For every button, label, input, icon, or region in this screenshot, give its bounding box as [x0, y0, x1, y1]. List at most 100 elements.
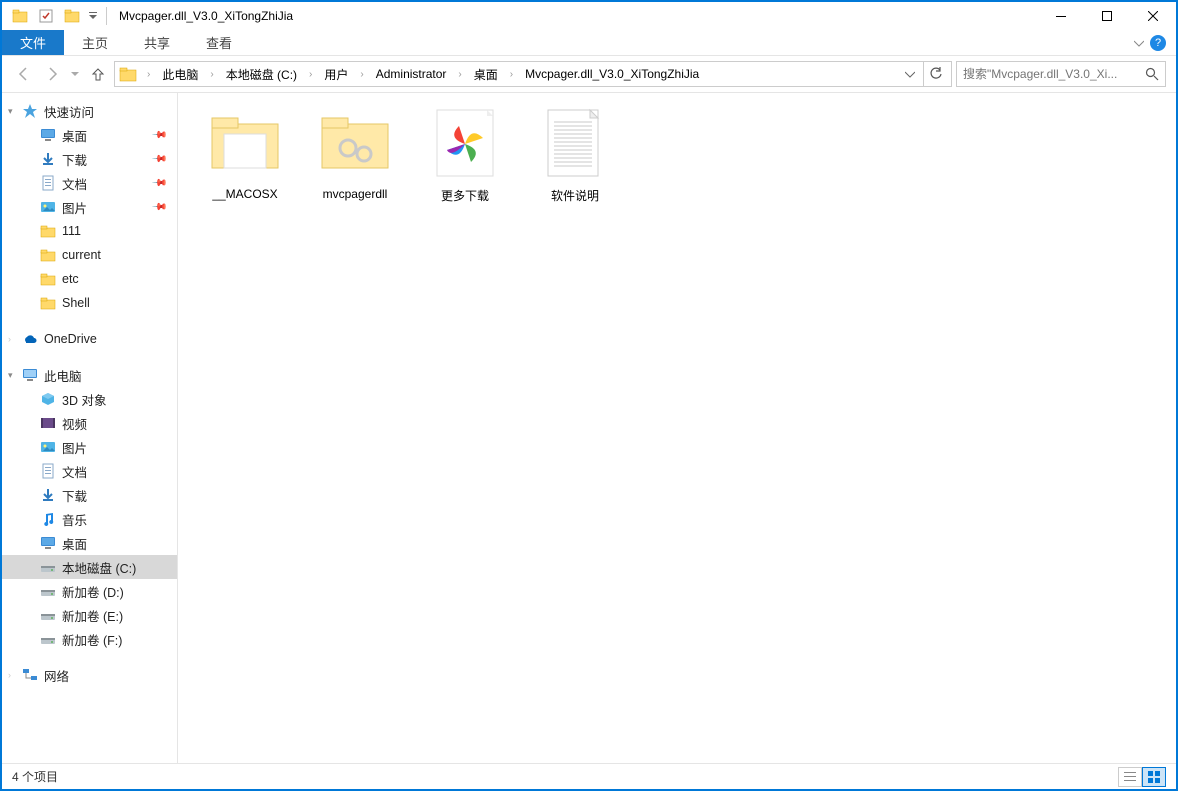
breadcrumb-item[interactable]: 本地磁盘 (C:) — [222, 64, 301, 85]
nav-pc-item[interactable]: 新加卷 (E:) — [2, 603, 177, 627]
address-dropdown-icon[interactable] — [899, 69, 921, 79]
file-icon — [429, 107, 501, 179]
breadcrumb-item[interactable]: 此电脑 — [158, 64, 202, 85]
expand-icon[interactable]: › — [8, 670, 11, 680]
recent-dropdown-icon[interactable] — [68, 62, 82, 86]
nav-quick-item[interactable]: etc — [2, 267, 177, 291]
new-folder-icon[interactable] — [60, 4, 84, 28]
search-box[interactable] — [956, 61, 1166, 87]
nav-pc-item[interactable]: 音乐 — [2, 507, 177, 531]
nav-pc-item[interactable]: 图片 — [2, 435, 177, 459]
nav-label: 视频 — [62, 414, 87, 433]
breadcrumb-item[interactable]: 桌面 — [470, 64, 502, 85]
expand-icon[interactable]: › — [8, 334, 11, 344]
cloud-icon — [22, 331, 38, 347]
explorer-window: Mvcpager.dll_V3.0_XiTongZhiJia 文件 主页 共享 … — [0, 0, 1178, 791]
nav-quick-item[interactable]: 图片📌 — [2, 195, 177, 219]
refresh-button[interactable] — [923, 62, 947, 86]
ribbon-collapse-icon[interactable] — [1134, 38, 1144, 48]
back-button[interactable] — [12, 62, 36, 86]
nav-pc-item[interactable]: 桌面 — [2, 531, 177, 555]
view-toggle — [1118, 767, 1166, 787]
chevron-right-icon[interactable]: › — [204, 69, 219, 80]
minimize-button[interactable] — [1038, 2, 1084, 30]
chevron-right-icon[interactable]: › — [303, 69, 318, 80]
qat-dropdown-icon[interactable] — [86, 4, 100, 28]
pin-icon: 📌 — [150, 175, 167, 192]
close-button[interactable] — [1130, 2, 1176, 30]
nav-quick-item[interactable]: 文档 📌 — [2, 171, 177, 195]
drive-icon — [40, 631, 56, 647]
file-icon — [209, 107, 281, 179]
ribbon-tab-view[interactable]: 查看 — [188, 30, 250, 55]
file-name: 软件说明 — [551, 187, 599, 204]
search-icon[interactable] — [1145, 67, 1159, 81]
chevron-right-icon[interactable]: › — [141, 69, 156, 80]
nav-label: 新加卷 (F:) — [62, 630, 122, 649]
status-bar: 4 个项目 — [2, 763, 1176, 789]
nav-quick-item[interactable]: 下载📌 — [2, 147, 177, 171]
ribbon-file-tab[interactable]: 文件 — [2, 30, 64, 55]
file-item[interactable]: __MACOSX — [190, 103, 300, 223]
file-name: __MACOSX — [212, 187, 277, 201]
nav-pc-item[interactable]: 新加卷 (F:) — [2, 627, 177, 651]
ribbon-tab-home[interactable]: 主页 — [64, 30, 126, 55]
file-item[interactable]: mvcpagerdll — [300, 103, 410, 223]
file-name: 更多下载 — [441, 187, 489, 204]
nav-pc-item[interactable]: 下载 — [2, 483, 177, 507]
maximize-button[interactable] — [1084, 2, 1130, 30]
quick-access-toolbar: Mvcpager.dll_V3.0_XiTongZhiJia — [2, 4, 293, 28]
nav-quick-item[interactable]: 桌面📌 — [2, 123, 177, 147]
details-view-button[interactable] — [1118, 767, 1142, 787]
network-icon — [22, 667, 38, 683]
breadcrumb-item[interactable]: Mvcpager.dll_V3.0_XiTongZhiJia — [521, 65, 703, 83]
ribbon-tab-share[interactable]: 共享 — [126, 30, 188, 55]
expand-icon[interactable]: ▾ — [8, 370, 13, 381]
nav-label: 文档 — [62, 174, 87, 193]
address-bar[interactable]: › 此电脑 › 本地磁盘 (C:) › 用户 › Administrator ›… — [114, 61, 952, 87]
breadcrumb-item[interactable]: 用户 — [320, 64, 352, 85]
drive-icon — [40, 559, 56, 575]
file-list[interactable]: __MACOSX mvcpagerdll 更多下载 软件说明 — [178, 93, 1176, 763]
nav-network[interactable]: › 网络 — [2, 663, 177, 687]
nav-label: OneDrive — [44, 332, 97, 346]
nav-label: 图片 — [62, 198, 87, 217]
file-item[interactable]: 软件说明 — [520, 103, 630, 223]
body: ▾ 快速访问 桌面📌下载📌文档📌图片📌111currentetcShell › … — [2, 92, 1176, 763]
up-button[interactable] — [86, 62, 110, 86]
icons-view-button[interactable] — [1142, 767, 1166, 787]
file-item[interactable]: 更多下载 — [410, 103, 520, 223]
nav-pc-item[interactable]: 新加卷 (D:) — [2, 579, 177, 603]
nav-quick-item[interactable]: Shell — [2, 291, 177, 315]
chevron-right-icon[interactable]: › — [452, 69, 467, 80]
nav-pc-item[interactable]: 3D 对象 — [2, 387, 177, 411]
breadcrumb-item[interactable]: Administrator — [372, 65, 451, 83]
folder-icon — [40, 295, 56, 311]
nav-onedrive[interactable]: › OneDrive — [2, 327, 177, 351]
chevron-right-icon[interactable]: › — [354, 69, 369, 80]
search-input[interactable] — [963, 67, 1145, 81]
nav-label: Shell — [62, 296, 90, 310]
properties-icon[interactable] — [34, 4, 58, 28]
nav-label: 桌面 — [62, 534, 87, 553]
documents-icon — [40, 463, 56, 479]
pin-icon: 📌 — [150, 151, 167, 168]
nav-pc-item[interactable]: 文档 — [2, 459, 177, 483]
nav-quick-access[interactable]: ▾ 快速访问 — [2, 99, 177, 123]
pictures-icon — [40, 439, 56, 455]
nav-pc-item[interactable]: 视频 — [2, 411, 177, 435]
nav-pc-item[interactable]: 本地磁盘 (C:) — [2, 555, 177, 579]
nav-this-pc[interactable]: ▾ 此电脑 — [2, 363, 177, 387]
ribbon: 文件 主页 共享 查看 ? — [2, 30, 1176, 56]
nav-quick-item[interactable]: 111 — [2, 219, 177, 243]
drive-icon — [40, 583, 56, 599]
chevron-right-icon[interactable]: › — [504, 69, 519, 80]
forward-button[interactable] — [40, 62, 64, 86]
help-icon[interactable]: ? — [1150, 35, 1166, 51]
nav-label: current — [62, 248, 101, 262]
nav-quick-item[interactable]: current — [2, 243, 177, 267]
nav-label: 图片 — [62, 438, 87, 457]
folder-icon — [8, 4, 32, 28]
monitor-icon — [22, 367, 38, 383]
expand-icon[interactable]: ▾ — [8, 106, 13, 117]
